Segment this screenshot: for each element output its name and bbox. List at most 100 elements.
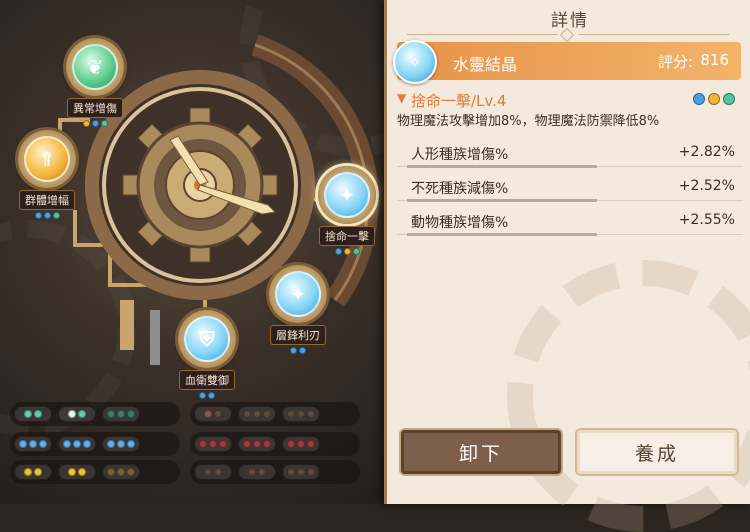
socket-gem-icon <box>263 410 271 418</box>
socket-dot <box>199 392 206 399</box>
gear-mechanism-panel: ❦ 異常增傷 ⇑ 群體增幅 ✦ 捨命一擊 ✦ 層鋒利刃 ⛨ 血衛雙御 <box>0 0 388 504</box>
stat-underline <box>407 233 597 236</box>
socket-dot <box>334 248 342 255</box>
node-socket-dots <box>315 248 379 256</box>
node-desperate-strike[interactable]: ✦ 捨命一擊 <box>315 166 379 256</box>
node-socket-dots <box>266 347 330 355</box>
crystal-emblem-icon: ✦ <box>275 271 321 317</box>
socket-gem-icon <box>34 468 42 476</box>
background-gear-icon <box>507 260 750 532</box>
socket-slot[interactable] <box>14 436 52 452</box>
socket-slot[interactable] <box>282 406 320 422</box>
socket-gem-icon <box>287 410 295 418</box>
socket-dot <box>299 347 306 354</box>
node-layered-blade[interactable]: ✦ 層鋒利刃 <box>266 265 330 355</box>
node-label: 異常增傷 <box>67 98 123 118</box>
socket-dot <box>91 120 99 127</box>
socket-gem-icon <box>107 440 115 448</box>
score-value: 816 <box>700 51 729 69</box>
socket-slot[interactable] <box>102 406 140 422</box>
stat-name: 動物種族增傷% <box>411 215 509 231</box>
socket-gem-icon <box>214 468 222 476</box>
node-socket-dots <box>15 212 79 220</box>
socket-slot[interactable] <box>238 464 276 480</box>
stat-underline <box>407 199 597 202</box>
crystal-emblem-icon: ✦ <box>324 172 370 218</box>
socket-dot <box>723 93 735 105</box>
node-group-amplify[interactable]: ⇑ 群體增幅 <box>15 130 79 220</box>
unequip-button[interactable]: 卸下 <box>401 430 561 474</box>
socket-gem-icon <box>258 468 266 476</box>
water-crystal-icon: ✧ <box>393 40 437 84</box>
socket-gem-icon <box>107 410 115 418</box>
stat-row: 人形種族增傷% +2.82% <box>397 138 743 168</box>
socket-slot[interactable] <box>102 436 140 452</box>
node-abnormal-damage[interactable]: ❦ 異常增傷 <box>63 38 127 128</box>
shield-emblem-icon: ⛨ <box>184 316 230 362</box>
socket-gem-icon <box>219 440 227 448</box>
socket-gem-icon <box>83 440 91 448</box>
socket-gem-icon <box>248 468 256 476</box>
socket-slot[interactable] <box>58 464 96 480</box>
socket-slot[interactable] <box>58 436 96 452</box>
socket-slot[interactable] <box>58 406 96 422</box>
socket-dot <box>100 120 108 127</box>
socket-dot <box>208 392 215 399</box>
panel-title: 詳情 <box>551 10 589 31</box>
stat-underline <box>407 165 597 168</box>
node-label: 血衛雙御 <box>179 370 235 390</box>
socket-dot <box>82 120 90 127</box>
socket-gem-icon <box>68 410 76 418</box>
socket-slot[interactable] <box>14 464 52 480</box>
crystal-name: 水靈結晶 <box>453 55 518 74</box>
node-gear-frame: ✦ <box>318 166 376 224</box>
node-socket-dots <box>63 120 127 128</box>
socket-dot <box>43 212 51 219</box>
node-gear-frame: ❦ <box>66 38 124 96</box>
socket-dot <box>693 93 705 105</box>
socket-gem-icon <box>73 440 81 448</box>
socket-gem-icon <box>24 410 32 418</box>
leaf-emblem-icon: ❦ <box>72 44 118 90</box>
node-label: 捨命一擊 <box>319 226 375 246</box>
socket-gem-icon <box>39 440 47 448</box>
crystal-header: ✧ 水靈結晶 評分: 816 <box>393 40 741 84</box>
socket-gem-icon <box>287 468 295 476</box>
socket-gem-icon <box>209 440 217 448</box>
caret-down-icon[interactable]: ▼ <box>397 91 406 105</box>
socket-gem-icon <box>34 410 42 418</box>
socket-slot[interactable] <box>102 464 140 480</box>
divider <box>407 34 557 35</box>
socket-gem-icon <box>307 468 315 476</box>
socket-gem-icon <box>199 440 207 448</box>
node-label: 層鋒利刃 <box>270 325 326 345</box>
socket-slot[interactable] <box>194 464 232 480</box>
socket-slot[interactable] <box>238 436 276 452</box>
socket-gem-icon <box>253 440 261 448</box>
socket-gem-icon <box>263 440 271 448</box>
socket-gem-icon <box>63 440 71 448</box>
divider <box>579 34 729 35</box>
socket-gem-icon <box>243 410 251 418</box>
socket-gem-icon <box>204 468 212 476</box>
socket-gem-icon <box>68 468 76 476</box>
socket-gem-icon <box>78 410 86 418</box>
upgrade-button[interactable]: 養成 <box>577 430 737 474</box>
node-blood-guard[interactable]: ⛨ 血衛雙御 <box>175 310 239 400</box>
socket-slot[interactable] <box>238 406 276 422</box>
socket-slot[interactable] <box>194 406 232 422</box>
score-label: 評分: <box>657 53 693 71</box>
stat-name: 不死種族減傷% <box>411 181 509 197</box>
socket-gem-icon <box>127 468 135 476</box>
stat-value: +2.55% <box>678 212 735 228</box>
node-gear-frame: ⇑ <box>18 130 76 188</box>
socket-gem-icon <box>297 440 305 448</box>
socket-gem-icon <box>117 410 125 418</box>
socket-slot[interactable] <box>282 436 320 452</box>
skill-name: 捨命一擊/Lv.4 <box>411 92 507 110</box>
skill-row[interactable]: ▼ 捨命一擊/Lv.4 <box>397 90 741 110</box>
socket-slot[interactable] <box>282 464 320 480</box>
socket-slot[interactable] <box>194 436 232 452</box>
stat-value: +2.52% <box>678 178 735 194</box>
socket-slot[interactable] <box>14 406 52 422</box>
